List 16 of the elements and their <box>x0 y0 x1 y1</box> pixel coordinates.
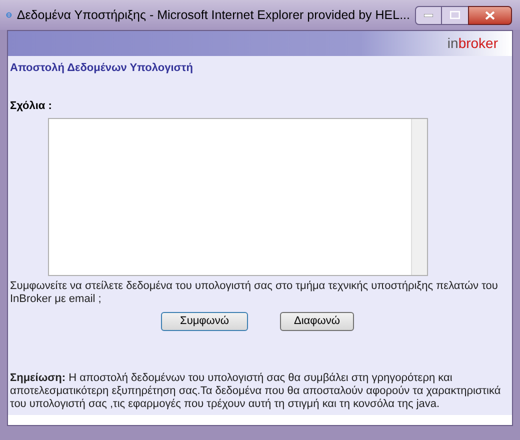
dialog-button[interactable]: Συμφωνώ <box>161 312 248 331</box>
page-heading: Αποστολή Δεδομένων Υπολογιστή <box>10 61 194 76</box>
scrollbar[interactable] <box>411 119 427 275</box>
minimize-icon <box>424 14 433 16</box>
comments-field[interactable] <box>48 118 428 276</box>
maximize-button[interactable] <box>442 6 468 24</box>
close-button[interactable] <box>468 6 512 24</box>
note-text: Σημείωση: Η αποστολή δεδομένων του υπολογιστή σας θα συμβάλει στη γρηγορότερη και αποτελεσματικότερη εξυπηρέτηση σας.Τα δεδομένα που θα αποσταλούν αφορούν τα χαρακτηριστικά του υπολογιστή σας ,τις εφαρμογές που τρέχουν αυτή τη στιγμή και τη κονσόλα της java. <box>10 372 502 411</box>
question-text: Συμφωνείτε να στείλετε δεδομένα του υπολογιστή σας στο τμήμα τεχνικής υποστήριξης πελατών του InBroker με email ; <box>10 280 499 306</box>
dialog-button[interactable]: Διαφωνώ <box>280 312 354 331</box>
window-title: Δεδομένα Υποστήριξης - Microsoft Internet Explorer provided by HEL... <box>16 6 410 24</box>
logo: inbroker <box>447 34 498 53</box>
minimize-button[interactable] <box>415 6 442 24</box>
close-icon <box>485 10 495 20</box>
comments-label: Σχόλια : <box>10 98 53 114</box>
maximize-icon <box>450 11 460 19</box>
